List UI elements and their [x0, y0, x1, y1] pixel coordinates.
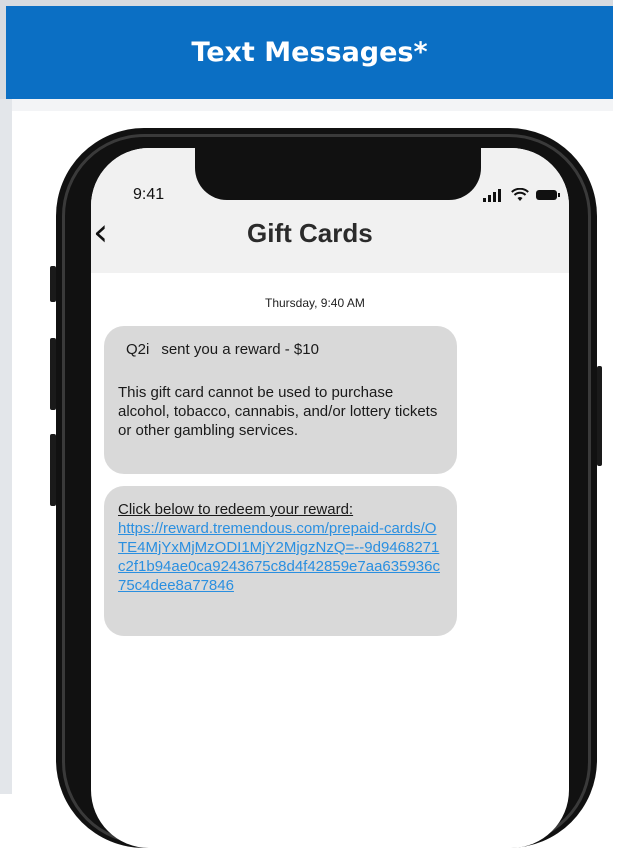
- redeem-link[interactable]: https://reward.tremendous.com/prepaid-ca…: [118, 519, 443, 595]
- disclaimer-text: This gift card cannot be used to purchas…: [118, 384, 438, 439]
- battery-icon: [536, 190, 560, 200]
- message-bubble: Q2i sent you a reward - $10 This gift car…: [104, 326, 457, 474]
- conversation-title: Gift Cards: [247, 218, 373, 248]
- message-bubble: Click below to redeem your reward: https…: [104, 486, 457, 636]
- phone-notch: [195, 148, 481, 200]
- power-button: [597, 366, 602, 466]
- wifi-icon: [511, 188, 529, 201]
- phone-screen: 9:41 ‹ Gift Cards Thursday, 9:40 AM Q2i …: [91, 148, 569, 848]
- sender-name: Q2i: [126, 341, 150, 358]
- reward-line: Q2i sent you a reward - $10: [126, 340, 443, 359]
- signal-icon: [483, 189, 501, 202]
- page-title: Text Messages*: [6, 6, 613, 99]
- chevron-left-icon[interactable]: ‹: [93, 212, 121, 252]
- left-border: [0, 99, 12, 794]
- nav-bar: 9:41 ‹ Gift Cards: [91, 148, 569, 273]
- reward-text: sent you a reward - $10: [161, 341, 319, 358]
- status-time: 9:41: [133, 186, 165, 203]
- message-timestamp: Thursday, 9:40 AM: [265, 296, 365, 310]
- header-divider: [6, 99, 613, 111]
- redeem-prompt: Click below to redeem your reward:: [118, 501, 354, 518]
- status-icons: [483, 185, 563, 205]
